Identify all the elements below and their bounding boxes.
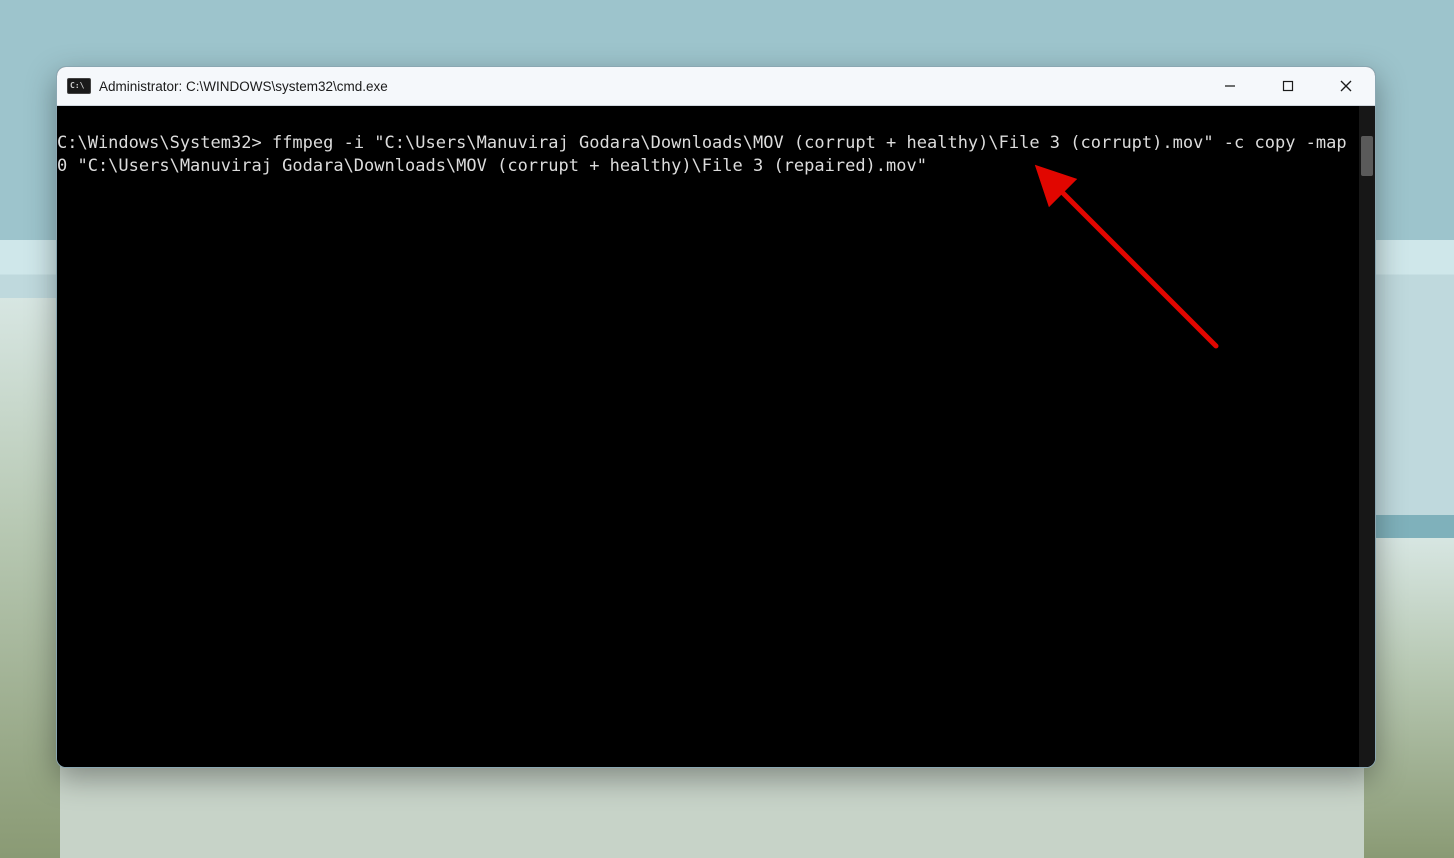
desktop-background-right [1364, 538, 1454, 858]
prompt: C:\Windows\System32> [57, 133, 262, 153]
minimize-icon [1224, 80, 1236, 92]
cmd-window: C:\ Administrator: C:\WINDOWS\system32\c… [56, 66, 1376, 768]
desktop-background-left [0, 298, 60, 858]
titlebar[interactable]: C:\ Administrator: C:\WINDOWS\system32\c… [57, 67, 1375, 106]
maximize-button[interactable] [1259, 67, 1317, 105]
minimize-button[interactable] [1201, 67, 1259, 105]
terminal-line: C:\Windows\System32> ffmpeg -i "C:\Users… [57, 132, 1367, 178]
scrollbar-thumb[interactable] [1361, 136, 1373, 176]
close-icon [1340, 80, 1352, 92]
close-button[interactable] [1317, 67, 1375, 105]
window-title: Administrator: C:\WINDOWS\system32\cmd.e… [99, 79, 1201, 94]
scrollbar-track[interactable] [1359, 106, 1375, 767]
window-controls [1201, 67, 1375, 105]
maximize-icon [1282, 80, 1294, 92]
cmd-icon: C:\ [67, 78, 91, 94]
terminal-area[interactable]: C:\Windows\System32> ffmpeg -i "C:\Users… [57, 106, 1375, 767]
